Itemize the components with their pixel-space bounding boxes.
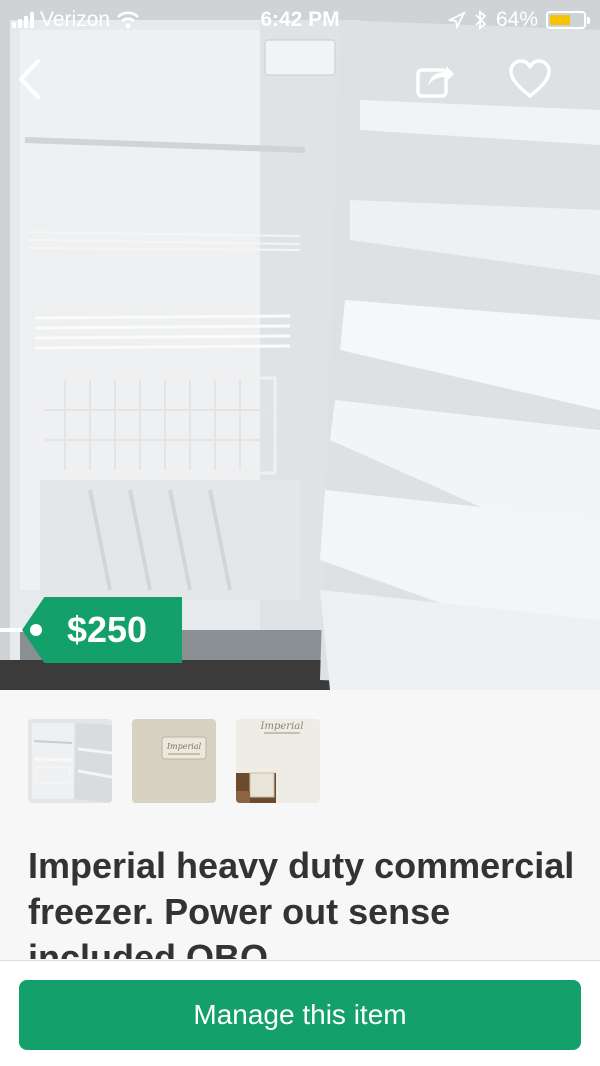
battery-icon [546, 11, 590, 29]
price-tag: $250 [22, 597, 182, 663]
thumbnail-2[interactable]: Imperial [132, 719, 216, 803]
svg-text:Imperial: Imperial [166, 742, 202, 751]
share-icon [416, 66, 454, 98]
listing-title: Imperial heavy duty commercial freezer. … [28, 845, 575, 959]
battery-percent: 64% [495, 8, 538, 31]
thumbnail-open-freezer-image [28, 719, 112, 803]
back-button[interactable] [16, 58, 44, 105]
thumbnail-brand-badge-image: Imperial [132, 719, 216, 803]
location-icon [447, 11, 466, 29]
manage-item-button[interactable]: Manage this item [19, 980, 581, 1050]
price-tag-hole [30, 624, 42, 636]
bottom-action-bar: Manage this item [0, 960, 600, 1066]
bluetooth-icon [475, 10, 487, 30]
chevron-left-icon [19, 59, 40, 99]
thumbnail-strip: Imperial Imperial [28, 719, 320, 803]
share-button[interactable] [414, 58, 456, 105]
svg-text:Imperial: Imperial [260, 721, 304, 732]
status-bar: Verizon 6:42 PM 64% [0, 0, 600, 40]
thumbnail-detail-image: Imperial [236, 719, 320, 803]
favorite-button[interactable] [508, 58, 552, 105]
heart-icon [509, 59, 551, 98]
thumbnail-1[interactable] [28, 719, 112, 803]
status-right: 64% [447, 8, 590, 32]
thumbnail-3[interactable]: Imperial [236, 719, 320, 803]
